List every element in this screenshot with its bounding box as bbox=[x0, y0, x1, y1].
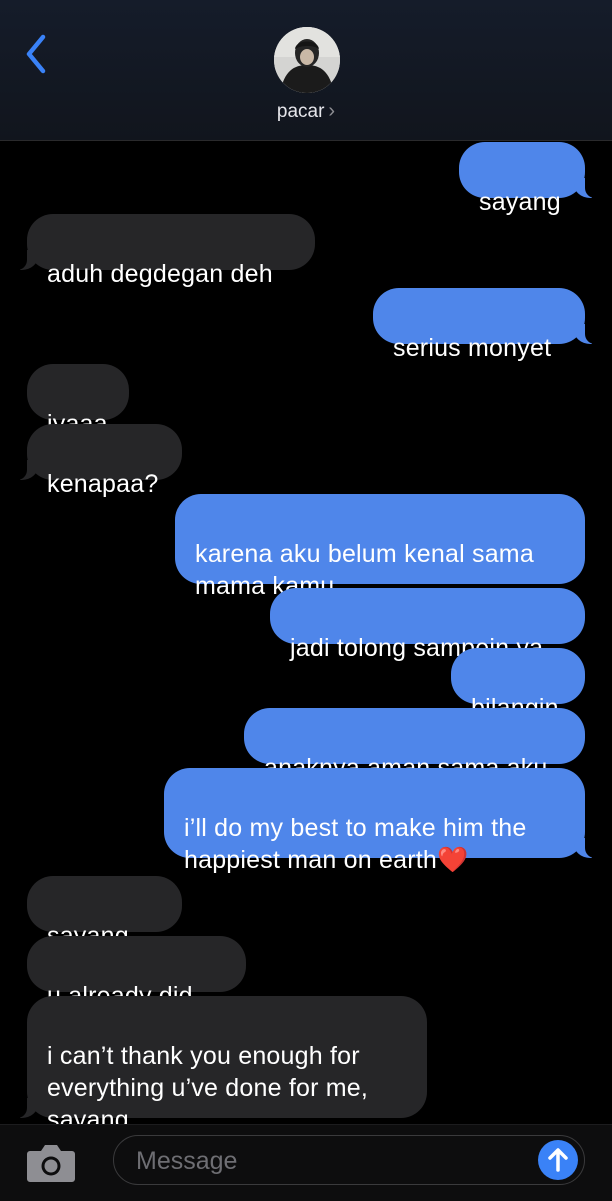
message-text: kenapaa? bbox=[47, 470, 159, 498]
message-text: i’ll do my best to make him the happiest… bbox=[184, 814, 527, 874]
message-bubble-sent[interactable]: karena aku belum kenal sama mama kamu bbox=[175, 494, 585, 600]
message-bubble-sent[interactable]: serius monyet bbox=[373, 288, 597, 362]
message-bubble-received[interactable]: kenapaa? bbox=[15, 424, 182, 498]
message-bubble-received[interactable]: aduh degdegan deh bbox=[15, 214, 315, 288]
message-bubble-received[interactable]: u already did... bbox=[27, 936, 246, 1010]
message-text: aduh degdegan deh bbox=[47, 260, 273, 288]
camera-button[interactable] bbox=[26, 1141, 76, 1183]
send-arrow-up-icon bbox=[548, 1148, 568, 1172]
send-button[interactable] bbox=[538, 1140, 578, 1180]
message-bubble-received[interactable]: iyaaa bbox=[27, 364, 129, 438]
message-text: sayang bbox=[479, 188, 561, 216]
message-bubble-received[interactable]: i can’t thank you enough for everything … bbox=[15, 996, 427, 1134]
camera-icon bbox=[27, 1145, 75, 1182]
message-bubble-received[interactable]: sayang.... bbox=[27, 876, 182, 950]
composer-bar bbox=[0, 1124, 612, 1201]
message-input-container[interactable] bbox=[113, 1135, 585, 1186]
message-thread: sayang aduh degdegan deh serius monyet i… bbox=[0, 0, 612, 1200]
message-bubble-sent[interactable]: anaknya aman sama aku bbox=[244, 708, 585, 782]
message-input[interactable] bbox=[134, 1136, 528, 1186]
message-text: serius monyet bbox=[393, 334, 552, 362]
message-bubble-sent[interactable]: jadi tolong sampein ya bbox=[270, 588, 585, 662]
message-bubble-sent[interactable]: i’ll do my best to make him the happiest… bbox=[164, 768, 597, 874]
message-bubble-sent[interactable]: sayang bbox=[459, 142, 597, 216]
message-text: i can’t thank you enough for everything … bbox=[47, 1042, 369, 1134]
message-bubble-sent[interactable]: bilangin bbox=[451, 648, 585, 722]
